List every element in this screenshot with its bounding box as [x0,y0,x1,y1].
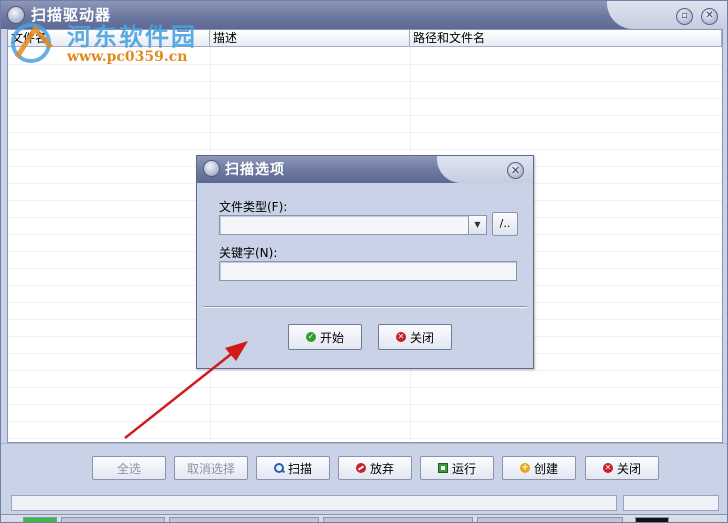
scan-drive-window: 扫描驱动器 ▫ ✕ 文件名 描述 路径和文件名 河东软件园 www.pc0359… [0,0,728,523]
task-item[interactable] [323,517,473,522]
dialog-title-bar[interactable]: 扫描选项 ✕ [197,156,533,183]
scan-button[interactable]: 扫描 [256,456,330,480]
browse-button[interactable]: /.. [492,212,518,236]
add-icon: + [519,463,530,473]
dialog-cancel-button[interactable]: ✕ 关闭 [378,324,452,350]
keyword-label: 关键字(N): [219,246,278,260]
close-button[interactable]: ✕ 关闭 [585,456,659,480]
scan-options-dialog: 扫描选项 ✕ 文件类型(F): ▼ /.. 关键字(N): ✓ 开始 ✕ 关闭 [196,155,534,369]
task-item[interactable] [61,517,165,522]
watermark-name: 河东软件园 [67,22,197,51]
run-icon [437,463,448,473]
file-type-combo[interactable] [219,215,469,235]
row-gridline [8,81,722,82]
taskbar-strip [1,514,727,522]
start-label: 开始 [319,330,344,345]
column-header-description[interactable]: 描述 [210,30,410,47]
close-icon: ✕ [602,463,613,473]
check-icon: ✓ [305,332,316,342]
window-close-button[interactable]: ✕ [701,8,718,25]
row-gridline [8,115,722,116]
column-header-path[interactable]: 路径和文件名 [410,30,722,47]
dialog-icon [203,160,220,177]
dialog-close-label: 关闭 [409,330,434,345]
minimize-button[interactable]: ▫ [676,8,693,25]
watermark-url: www.pc0359.cn [67,49,188,65]
deselect-label: 取消选择 [186,461,235,476]
task-item[interactable] [23,517,57,522]
file-type-label: 文件类型(F): [219,200,288,214]
task-item[interactable] [477,517,623,522]
run-label: 运行 [451,461,476,476]
row-gridline [8,370,722,371]
watermark-logo-icon [11,23,53,63]
dialog-close-icon[interactable]: ✕ [507,162,524,179]
create-button[interactable]: + 创建 [502,456,576,480]
close-icon: ✕ [395,332,406,342]
search-icon [273,463,284,473]
row-gridline [8,132,722,133]
chevron-down-icon[interactable]: ▼ [468,215,487,235]
status-bar [1,493,727,513]
row-gridline [8,387,722,388]
deselect-button[interactable]: 取消选择 [174,456,248,480]
run-button[interactable]: 运行 [420,456,494,480]
keyword-input[interactable] [219,261,517,281]
task-item[interactable] [635,517,669,522]
row-gridline [8,149,722,150]
start-button[interactable]: ✓ 开始 [288,324,362,350]
stop-icon [355,463,366,473]
row-gridline [8,438,722,439]
close-label: 关闭 [616,461,641,476]
status-pane-main [11,495,617,511]
dialog-separator [203,306,527,308]
abort-button[interactable]: 放弃 [338,456,412,480]
row-gridline [8,421,722,422]
bottom-toolbar: 全选 取消选择 扫描 放弃 运行 + 创建 ✕ 关闭 [1,443,727,493]
row-gridline [8,98,722,99]
dialog-title: 扫描选项 [225,162,285,178]
select-all-button[interactable]: 全选 [92,456,166,480]
row-gridline [8,404,722,405]
abort-label: 放弃 [369,461,394,476]
status-pane-secondary [623,495,719,511]
create-label: 创建 [533,461,558,476]
scan-label: 扫描 [287,461,312,476]
task-item[interactable] [169,517,319,522]
select-all-label: 全选 [116,461,141,476]
